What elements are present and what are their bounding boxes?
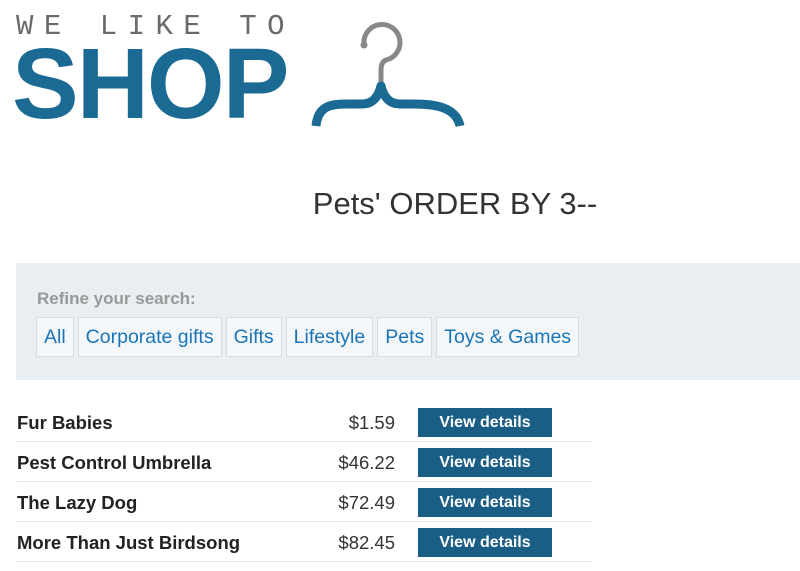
filter-lifestyle-link[interactable]: Lifestyle (285, 317, 374, 357)
product-name: Fur Babies (17, 412, 113, 433)
product-row: Fur Babies $1.59 View details (16, 402, 592, 442)
filter-pets-link[interactable]: Pets (377, 317, 433, 357)
product-price: $82.45 (338, 532, 395, 553)
hanger-icon (311, 21, 465, 128)
product-price: $46.22 (338, 452, 395, 473)
category-filter-list: All Corporate gifts Gifts Lifestyle Pets… (36, 317, 580, 357)
view-details-button[interactable]: View details (418, 528, 552, 557)
view-details-button[interactable]: View details (418, 448, 552, 477)
view-details-button[interactable]: View details (418, 488, 552, 517)
product-name: The Lazy Dog (17, 492, 138, 513)
product-row: The Lazy Dog $72.49 View details (16, 482, 592, 522)
filter-toys-games-link[interactable]: Toys & Games (436, 317, 580, 357)
logo-wordmark: SHOP (12, 28, 289, 140)
view-details-button[interactable]: View details (418, 408, 552, 437)
product-name: More Than Just Birdsong (17, 532, 241, 553)
product-price: $1.59 (348, 412, 395, 433)
product-name: Pest Control Umbrella (17, 452, 212, 473)
product-row: Pest Control Umbrella $46.22 View detail… (16, 442, 592, 482)
product-price: $72.49 (338, 492, 395, 513)
site-logo[interactable]: WE LIKE TO SHOP (12, 6, 466, 136)
filter-label: Refine your search: (37, 289, 196, 308)
page-title: Pets' ORDER BY 3-- (312, 186, 598, 221)
product-list: Fur Babies $1.59 View details Pest Contr… (16, 402, 592, 562)
filter-gifts-link[interactable]: Gifts (225, 317, 282, 357)
product-row: More Than Just Birdsong $82.45 View deta… (16, 522, 592, 562)
filter-all-link[interactable]: All (36, 317, 74, 357)
filter-panel: Refine your search: All Corporate gifts … (16, 263, 800, 380)
filter-corporate-gifts-link[interactable]: Corporate gifts (77, 317, 222, 357)
